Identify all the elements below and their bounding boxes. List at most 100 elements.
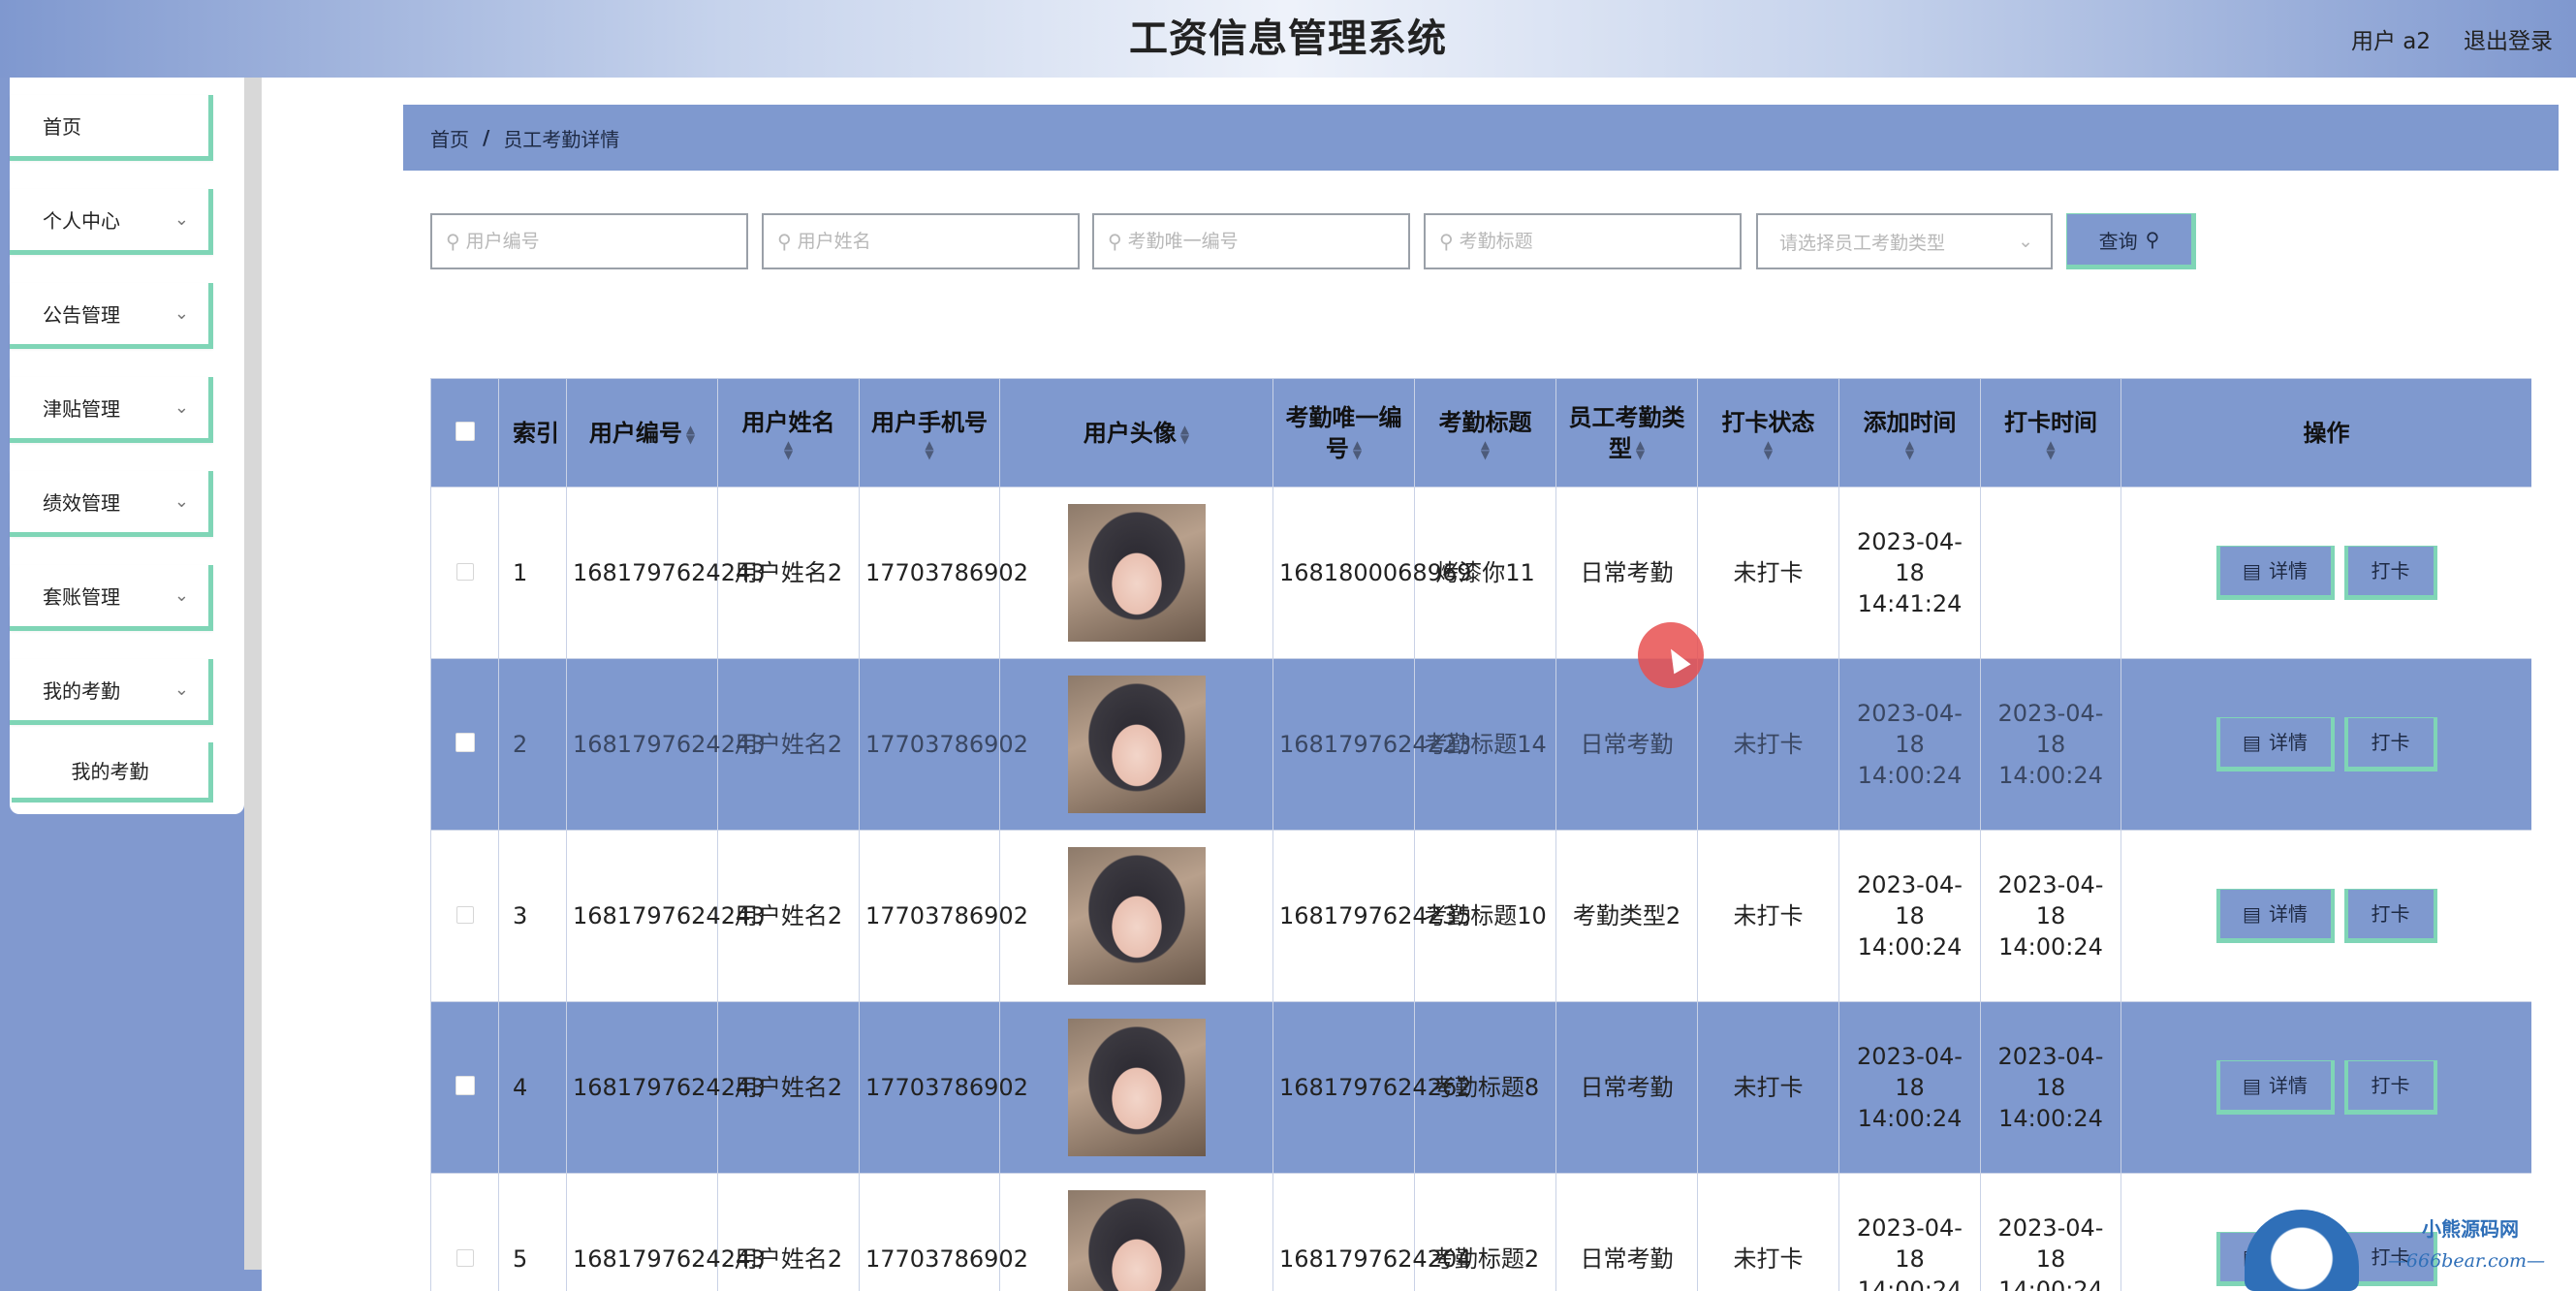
cell-user-name: 用户姓名2 <box>717 487 860 659</box>
row-select-cell <box>430 487 499 659</box>
sort-icon: ▲ ▼ <box>1352 437 1363 461</box>
sort-icon: ▲ ▼ <box>2046 437 2056 461</box>
punch-button[interactable]: 打卡 <box>2343 546 2437 600</box>
breadcrumb-home[interactable]: 首页 <box>430 124 469 152</box>
chevron-down-icon: ⌄ <box>2018 231 2033 252</box>
row-checkbox[interactable] <box>456 1249 474 1267</box>
cell-attendance-title: 考勤标题8 <box>1414 1001 1556 1174</box>
sidebar-item-allowance[interactable]: 津贴管理 ⌄ <box>10 377 213 443</box>
attendance-code-input[interactable] <box>1127 231 1368 252</box>
cell-add-time: 2023-04-18 14:41:24 <box>1838 487 1981 659</box>
table-row: 4 1681797624243 用户姓名2 17703786902 168179… <box>430 1001 2531 1174</box>
header-attendance-type[interactable]: 员工考勤类型 ▲ ▼ <box>1555 378 1698 488</box>
attendance-type-select[interactable]: 请选择员工考勤类型 ⌄ <box>1756 213 2053 269</box>
chevron-down-icon: ⌄ <box>173 209 189 230</box>
header-label: 打卡时间 <box>2004 408 2097 436</box>
current-user[interactable]: 用户 a2 <box>2351 22 2431 55</box>
header-add-time[interactable]: 添加时间 ▲ ▼ <box>1838 378 1981 488</box>
table-header-row: 索引 用户编号 ▲ ▼ 用户姓名 ▲ ▼ 用户手机号 ▲ ▼ 用户头像 ▲ ▼ 考勤唯一编号 ▲ ▼… <box>430 378 2531 488</box>
row-select-cell <box>430 1001 499 1174</box>
punch-button[interactable]: 打卡 <box>2343 1060 2437 1115</box>
sort-icon: ▲ ▼ <box>783 437 794 461</box>
row-checkbox[interactable] <box>456 906 474 924</box>
punch-label: 打卡 <box>2371 1074 2410 1097</box>
sort-icon: ▲ ▼ <box>685 422 696 446</box>
cell-index: 3 <box>498 830 567 1002</box>
sidebar-item-label: 我的考勤 <box>43 679 120 703</box>
punch-button[interactable]: 打卡 <box>2343 889 2437 943</box>
logout-link[interactable]: 退出登录 <box>2464 22 2553 55</box>
header-label: 员工考勤类型 <box>1568 403 1685 462</box>
detail-button[interactable]: ▤ 详情 <box>2215 889 2335 943</box>
chevron-down-icon: ⌄ <box>173 491 189 512</box>
cell-actions: ▤ 详情 打卡 <box>2120 830 2531 1002</box>
sidebar-item-notice[interactable]: 公告管理 ⌄ <box>10 283 213 349</box>
sort-icon: ▲ ▼ <box>1179 422 1190 446</box>
cell-user-code: 1681797624243 <box>566 1001 766 1174</box>
sort-icon: ▲ ▼ <box>1480 437 1491 461</box>
attendance-code-search[interactable]: ⚲ <box>1092 213 1410 269</box>
cell-phone: 17703786902 <box>859 487 1028 659</box>
user-name-input[interactable] <box>797 231 1038 252</box>
sidebar-item-home[interactable]: 首页 <box>10 95 213 161</box>
attendance-title-input[interactable] <box>1459 231 1700 252</box>
cell-add-time: 2023-04-18 14:00:24 <box>1838 658 1981 831</box>
header-phone[interactable]: 用户手机号 ▲ ▼ <box>859 378 1000 488</box>
header-index: 索引 <box>498 378 567 488</box>
sidebar-item-label: 套账管理 <box>43 585 120 609</box>
search-icon: ⚲ <box>777 230 792 253</box>
cell-attendance-type: 考勤类型2 <box>1555 830 1698 1002</box>
sidebar-item-account-set[interactable]: 套账管理 ⌄ <box>10 565 213 631</box>
user-code-input[interactable] <box>465 231 707 252</box>
user-code-search[interactable]: ⚲ <box>430 213 748 269</box>
row-checkbox[interactable] <box>455 733 475 752</box>
cell-punch-status: 未打卡 <box>1697 487 1839 659</box>
watermark-name: 小熊源码网 <box>2422 1217 2519 1241</box>
search-icon: ⚲ <box>2145 228 2160 251</box>
detail-button[interactable]: ▤ 详情 <box>2215 717 2335 771</box>
attendance-title-search[interactable]: ⚲ <box>1424 213 1742 269</box>
punch-button[interactable]: 打卡 <box>2343 717 2437 771</box>
header-attendance-code[interactable]: 考勤唯一编号 ▲ ▼ <box>1272 378 1415 488</box>
cell-index: 1 <box>498 487 567 659</box>
cell-punch-status: 未打卡 <box>1697 1173 1839 1291</box>
header-punch-status[interactable]: 打卡状态 ▲ ▼ <box>1697 378 1839 488</box>
sidebar-scrollbar[interactable] <box>244 78 262 1270</box>
row-checkbox[interactable] <box>455 1076 475 1095</box>
sidebar-item-label: 首页 <box>43 115 81 139</box>
header-user-code[interactable]: 用户编号 ▲ ▼ <box>566 378 718 488</box>
attendance-table: 索引 用户编号 ▲ ▼ 用户姓名 ▲ ▼ 用户手机号 ▲ ▼ 用户头像 ▲ ▼ 考勤唯一编号 ▲ ▼… <box>430 378 2531 1291</box>
sidebar-subitem-my-attendance[interactable]: 我的考勤 <box>12 742 213 803</box>
document-icon: ▤ <box>2243 731 2261 754</box>
header-avatar[interactable]: 用户头像 ▲ ▼ <box>999 378 1273 488</box>
sidebar-item-personal-center[interactable]: 个人中心 ⌄ <box>10 189 213 255</box>
sidebar-subitem-label: 我的考勤 <box>71 760 149 783</box>
header-label: 用户编号 <box>588 419 682 447</box>
header-user-name[interactable]: 用户姓名 ▲ ▼ <box>717 378 860 488</box>
cell-punch-status: 未打卡 <box>1697 658 1839 831</box>
detail-label: 详情 <box>2268 731 2308 754</box>
header-label: 用户手机号 <box>871 408 988 436</box>
query-button[interactable]: 查询 ⚲ <box>2066 213 2196 269</box>
punch-label: 打卡 <box>2371 902 2410 926</box>
cell-index: 5 <box>498 1173 567 1291</box>
cell-avatar <box>999 487 1273 659</box>
sidebar-item-performance[interactable]: 绩效管理 ⌄ <box>10 471 213 537</box>
sidebar-item-label: 个人中心 <box>43 209 120 233</box>
select-all-checkbox[interactable] <box>455 421 475 441</box>
user-area: 用户 a2 退出登录 <box>2351 0 2553 78</box>
header-attendance-title[interactable]: 考勤标题 ▲ ▼ <box>1414 378 1556 488</box>
row-select-cell <box>430 830 499 1002</box>
user-name-search[interactable]: ⚲ <box>762 213 1080 269</box>
detail-button[interactable]: ▤ 详情 <box>2215 546 2335 600</box>
chevron-down-icon: ⌄ <box>173 303 189 324</box>
cell-user-name: 用户姓名2 <box>717 830 860 1002</box>
breadcrumb: 首页 / 员工考勤详情 <box>403 105 2559 171</box>
cell-avatar <box>999 1001 1273 1174</box>
detail-button[interactable]: ▤ 详情 <box>2215 1060 2335 1115</box>
sort-icon: ▲ ▼ <box>925 437 934 461</box>
sidebar-item-my-attendance[interactable]: 我的考勤 ⌄ <box>10 659 213 725</box>
row-checkbox[interactable] <box>456 563 474 581</box>
row-select-cell <box>430 658 499 831</box>
header-punch-time[interactable]: 打卡时间 ▲ ▼ <box>1980 378 2121 488</box>
